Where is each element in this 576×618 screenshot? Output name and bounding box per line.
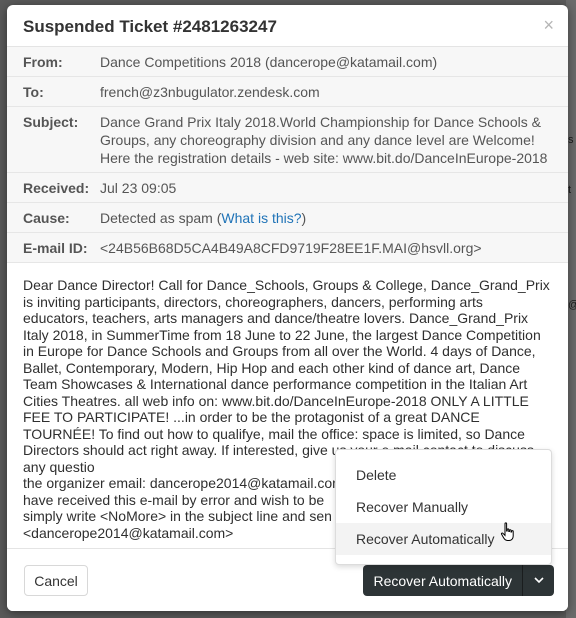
meta-value: Jul 23 09:05 (100, 180, 177, 196)
modal-header: Suspended Ticket #2481263247 × (7, 5, 568, 47)
meta-row-cause: Cause: Detected as spam (What is this?) (7, 203, 568, 233)
meta-row-received: Received: Jul 23 09:05 (7, 173, 568, 203)
recover-options-menu: Delete Recover Manually Recover Automati… (335, 449, 552, 565)
meta-row-email-id: E-mail ID: <24B56B68D5CA4B49A8CFD9719F28… (7, 233, 568, 263)
meta-value: <24B56B68D5CA4B49A8CFD9719F28EE1F.MAI@hs… (100, 240, 482, 256)
modal-title: Suspended Ticket #2481263247 (23, 17, 277, 36)
chevron-down-icon (533, 577, 544, 584)
recover-options-toggle[interactable] (523, 565, 554, 596)
cause-text: Detected as spam ( (100, 210, 222, 226)
meta-value: Dance Grand Prix Italy 2018.World Champi… (100, 114, 548, 166)
cause-suffix: ) (301, 210, 307, 226)
hand-pointer-icon (500, 522, 514, 541)
cancel-button[interactable]: Cancel (24, 565, 88, 596)
meta-row-from: From: Dance Competitions 2018 (dancerope… (7, 47, 568, 77)
what-is-this-link[interactable]: What is this? (221, 210, 301, 226)
background-text-fragment: @ (568, 300, 576, 310)
recover-automatically-button[interactable]: Recover Automatically (363, 565, 523, 596)
meta-row-to: To: french@z3nbugulator.zendesk.com (7, 77, 568, 107)
meta-value: Dance Competitions 2018 (dancerope@katam… (100, 54, 438, 70)
close-icon[interactable]: × (543, 15, 554, 35)
ticket-meta: From: Dance Competitions 2018 (dancerope… (7, 47, 568, 263)
background-text-fragment: s (568, 135, 574, 145)
background-text-fragment: t (568, 185, 572, 195)
recover-split-button: Recover Automatically (363, 565, 554, 596)
meta-label: Received: (23, 180, 90, 196)
menu-item-delete[interactable]: Delete (336, 459, 551, 491)
meta-row-subject: Subject: Dance Grand Prix Italy 2018.Wor… (7, 107, 568, 173)
meta-label: To: (23, 84, 44, 100)
meta-label: Cause: (23, 210, 70, 226)
meta-label: E-mail ID: (23, 240, 88, 256)
meta-value: french@z3nbugulator.zendesk.com (100, 84, 320, 100)
meta-value: Detected as spam (What is this?) (100, 209, 312, 227)
menu-item-recover-manually[interactable]: Recover Manually (336, 491, 551, 523)
meta-label: Subject: (23, 114, 79, 130)
menu-item-recover-automatically[interactable]: Recover Automatically (336, 523, 551, 555)
meta-label: From: (23, 54, 63, 70)
